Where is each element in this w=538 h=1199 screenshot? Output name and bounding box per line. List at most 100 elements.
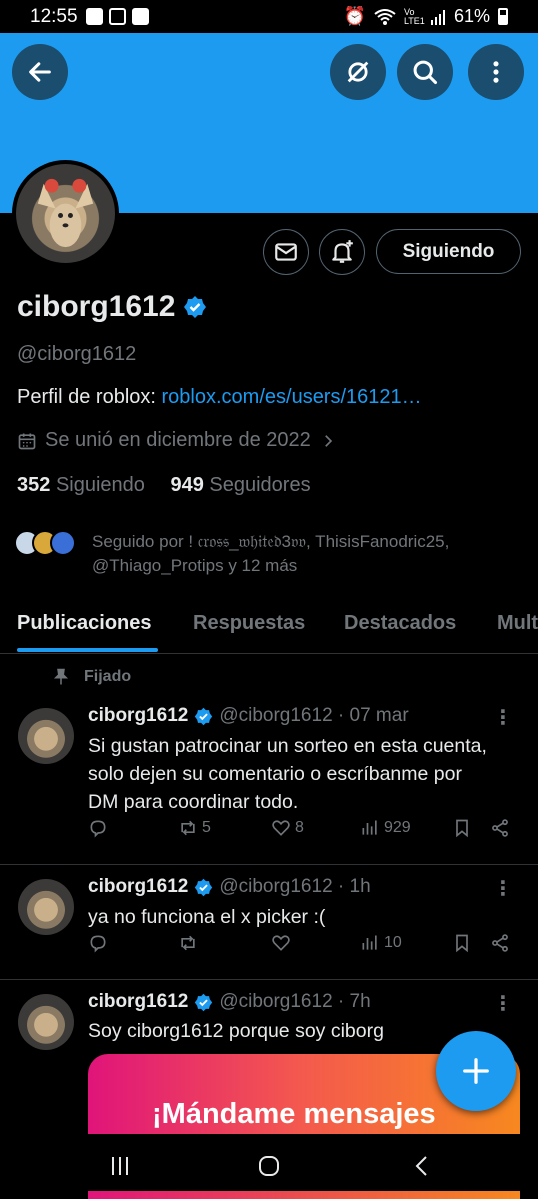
like-button[interactable]: 8 bbox=[271, 818, 304, 838]
post-media-peek bbox=[88, 1191, 520, 1199]
recent-apps-icon[interactable] bbox=[108, 1154, 132, 1178]
share-button[interactable] bbox=[490, 818, 510, 838]
like-count: 8 bbox=[295, 819, 304, 836]
notifications-button[interactable] bbox=[319, 229, 365, 275]
follow-stats: 352 Siguiendo 949 Seguidores bbox=[17, 474, 311, 497]
like-button[interactable] bbox=[271, 933, 295, 953]
profile-name: ciborg1612 bbox=[17, 290, 176, 323]
followers-link[interactable]: 949 Seguidores bbox=[170, 474, 310, 496]
tab-publicaciones[interactable]: Publicaciones bbox=[17, 612, 152, 635]
like-icon bbox=[272, 820, 290, 836]
status-right: ⏰ Vo LTE1 61% bbox=[344, 6, 508, 27]
home-icon[interactable] bbox=[257, 1154, 281, 1178]
following-button[interactable]: Siguiendo bbox=[376, 229, 521, 274]
bio-link[interactable]: roblox.com/es/users/16121… bbox=[162, 386, 422, 408]
calendar-icon bbox=[18, 433, 36, 449]
profile-tabs: Publicaciones Respuestas Destacados Mult bbox=[0, 596, 538, 654]
views-icon bbox=[362, 820, 377, 835]
search-button[interactable] bbox=[397, 44, 453, 100]
bell-plus-icon bbox=[332, 240, 353, 263]
bookmark-button[interactable] bbox=[452, 818, 472, 838]
post-avatar[interactable] bbox=[18, 708, 74, 764]
more-vertical-icon bbox=[493, 61, 499, 83]
translate-button[interactable] bbox=[330, 44, 386, 100]
reply-icon bbox=[90, 820, 106, 838]
views-icon bbox=[362, 935, 377, 950]
post-more-button[interactable]: ⋮ bbox=[493, 876, 513, 901]
active-tab-indicator bbox=[17, 648, 158, 652]
network-label: Vo LTE1 bbox=[403, 6, 425, 26]
repost-count: 5 bbox=[202, 819, 211, 836]
following-count: 352 bbox=[17, 474, 51, 496]
verified-icon bbox=[195, 878, 213, 896]
followers-count: 949 bbox=[170, 474, 204, 496]
post-header: ciborg1612 @ciborg1612 · 1h bbox=[88, 876, 371, 898]
repost-button[interactable]: 5 bbox=[178, 818, 211, 838]
share-icon bbox=[492, 934, 508, 952]
chevron-right-icon bbox=[324, 434, 332, 447]
repost-icon bbox=[181, 820, 195, 836]
post-media-text: ¡Mándame mensajes bbox=[152, 1098, 436, 1130]
reply-button[interactable] bbox=[88, 818, 112, 838]
back-nav-icon[interactable] bbox=[410, 1154, 434, 1178]
followers-label: Seguidores bbox=[209, 474, 311, 496]
post-author-name[interactable]: ciborg1612 bbox=[88, 876, 188, 898]
tab-respuestas[interactable]: Respuestas bbox=[193, 612, 305, 635]
post-author-name[interactable]: ciborg1612 bbox=[88, 705, 188, 727]
follower-avatars bbox=[14, 530, 76, 578]
post-more-button[interactable]: ⋮ bbox=[493, 705, 513, 730]
tab-destacados[interactable]: Destacados bbox=[344, 612, 456, 635]
system-nav-bar bbox=[0, 1134, 538, 1199]
avatar-image bbox=[16, 164, 115, 263]
more-options-button[interactable] bbox=[468, 44, 524, 100]
pinned-label: Fijado bbox=[84, 668, 132, 685]
joined-text: Se unió en diciembre de 2022 bbox=[45, 429, 311, 451]
profile-avatar[interactable] bbox=[12, 160, 119, 267]
bookmark-icon bbox=[456, 819, 468, 838]
tab-multimedia[interactable]: Mult bbox=[497, 612, 538, 635]
mail-icon bbox=[275, 243, 297, 261]
no-signal-icon bbox=[347, 61, 369, 83]
bio-text: Perfil de roblox: bbox=[17, 386, 162, 408]
views-button[interactable]: 10 bbox=[360, 933, 402, 953]
notification-icons bbox=[86, 8, 149, 25]
following-label: Siguiendo bbox=[55, 474, 145, 496]
profile-bio: Perfil de roblox: roblox.com/es/users/16… bbox=[17, 386, 422, 409]
post-text: ya no funciona el x picker :( bbox=[88, 906, 326, 928]
gallery-notification-icon bbox=[86, 8, 103, 25]
follower-avatar bbox=[50, 530, 76, 556]
post-avatar[interactable] bbox=[18, 994, 74, 1050]
share-button[interactable] bbox=[490, 933, 510, 953]
repost-icon bbox=[181, 935, 195, 951]
back-arrow-icon bbox=[29, 62, 51, 82]
battery-percent: 61% bbox=[453, 6, 490, 26]
joined-date-row[interactable]: Se unió en diciembre de 2022 bbox=[17, 429, 337, 452]
compose-post-button[interactable] bbox=[436, 1031, 516, 1111]
profile-handle: @ciborg1612 bbox=[17, 343, 137, 365]
following-link[interactable]: 352 Siguiendo bbox=[17, 474, 145, 496]
verified-icon[interactable] bbox=[183, 295, 207, 319]
message-button[interactable] bbox=[263, 229, 309, 275]
followed-by-text: Seguido por ! 𝔠𝔯𝔬𝔰𝔰_𝔴𝔥𝔦𝔱𝔢𝔡3𝔳𝔳, ThisisFan… bbox=[92, 532, 450, 575]
views-button[interactable]: 929 bbox=[360, 818, 411, 838]
search-icon bbox=[413, 60, 438, 85]
status-bar: 12:55 ⏰ Vo LTE1 61% bbox=[0, 0, 538, 33]
verified-icon bbox=[195, 993, 213, 1011]
app-notification-icon bbox=[109, 8, 126, 25]
plus-icon bbox=[463, 1058, 489, 1084]
repost-button[interactable] bbox=[178, 933, 202, 953]
alarm-icon: ⏰ bbox=[343, 6, 366, 26]
bookmark-button[interactable] bbox=[452, 933, 472, 953]
followed-by[interactable]: Seguido por ! 𝔠𝔯𝔬𝔰𝔰_𝔴𝔥𝔦𝔱𝔢𝔡3𝔳𝔳, ThisisFan… bbox=[14, 530, 484, 578]
profile-name-row: ciborg1612 bbox=[17, 290, 207, 324]
post-meta: @ciborg1612 · 1h bbox=[219, 876, 371, 897]
pinned-label-row: Fijado bbox=[52, 668, 131, 686]
reply-button[interactable] bbox=[88, 933, 112, 953]
post-more-button[interactable]: ⋮ bbox=[493, 991, 513, 1016]
post-author-name[interactable]: ciborg1612 bbox=[88, 991, 188, 1013]
back-button[interactable] bbox=[12, 44, 68, 100]
wifi-icon bbox=[374, 8, 396, 25]
post-avatar[interactable] bbox=[18, 879, 74, 935]
verified-icon bbox=[195, 707, 213, 725]
reply-icon bbox=[90, 935, 106, 953]
